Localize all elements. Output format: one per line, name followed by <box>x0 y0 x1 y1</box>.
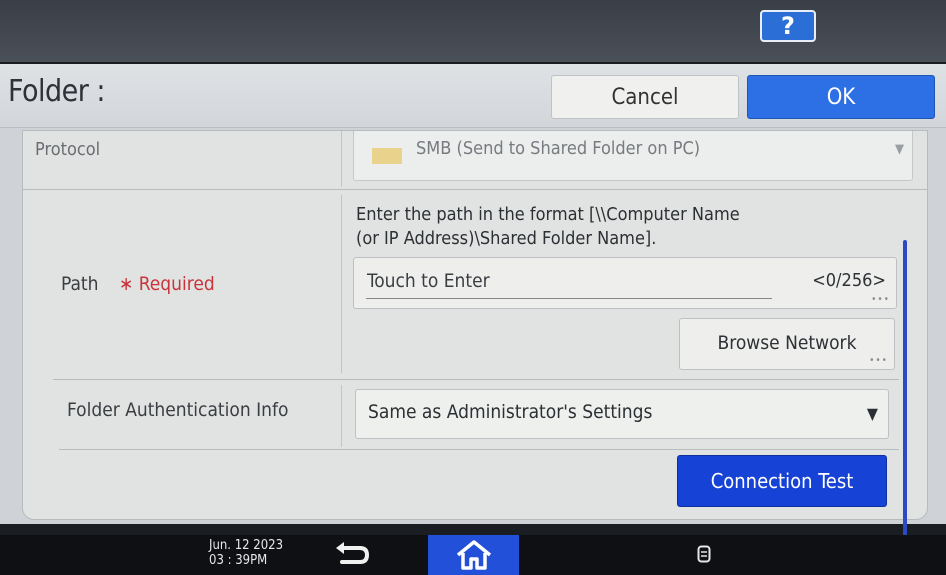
path-label: Path <box>61 273 99 295</box>
date-time-display: Jun. 12 2023 03 : 39PM <box>209 538 283 568</box>
time-text: 03 : 39PM <box>209 553 268 568</box>
chevron-down-icon: ▼ <box>866 404 878 423</box>
ok-button[interactable]: OK <box>747 75 935 119</box>
help-icon: ? <box>781 12 795 40</box>
dialog-title: Folder : <box>8 74 105 109</box>
browse-network-button[interactable]: Browse Network ••• <box>679 318 895 370</box>
settings-panel: Protocol SMB (Send to Shared Folder on P… <box>22 130 928 520</box>
help-button[interactable]: ? <box>760 10 816 42</box>
row-divider <box>53 379 899 380</box>
path-placeholder: Touch to Enter <box>367 270 490 292</box>
dialog-title-bar: Folder : Cancel OK <box>0 64 946 128</box>
cancel-button[interactable]: Cancel <box>551 75 739 119</box>
column-divider <box>341 385 342 447</box>
folder-auth-label: Folder Authentication Info <box>67 399 289 421</box>
scrollbar[interactable] <box>903 240 907 575</box>
chevron-down-icon: ▼ <box>895 142 904 157</box>
system-bottom-bar: Jun. 12 2023 03 : 39PM <box>0 535 946 575</box>
browse-network-label: Browse Network <box>717 332 857 354</box>
more-dots-icon: ••• <box>871 294 890 305</box>
required-indicator: ∗ Required <box>119 273 215 295</box>
protocol-select[interactable]: SMB (Send to Shared Folder on PC) ▼ <box>353 131 913 181</box>
home-button[interactable] <box>428 535 519 575</box>
memory-icon <box>697 545 711 563</box>
more-dots-icon: ••• <box>869 355 888 366</box>
path-input[interactable]: Touch to Enter <0/256> ••• <box>353 257 897 309</box>
path-hint-line-2: (or IP Address)\Shared Folder Name]. <box>356 228 657 249</box>
home-icon <box>456 540 491 570</box>
back-icon[interactable] <box>332 538 372 572</box>
character-counter: <0/256> <box>812 270 886 291</box>
date-text: Jun. 12 2023 <box>209 538 284 553</box>
column-divider <box>341 195 342 373</box>
folder-auth-select[interactable]: Same as Administrator's Settings ▼ <box>355 389 889 439</box>
column-divider <box>341 131 342 187</box>
protocol-label: Protocol <box>35 139 101 160</box>
folder-icon <box>372 148 402 164</box>
input-underline <box>366 298 772 299</box>
protocol-value: SMB (Send to Shared Folder on PC) <box>416 138 701 159</box>
path-format-hint: Enter the path in the format [\\Computer… <box>356 203 796 251</box>
folder-auth-value: Same as Administrator's Settings <box>368 401 653 423</box>
path-hint-line-1: Enter the path in the format [\\Computer… <box>356 204 740 225</box>
top-status-band: ? <box>0 0 946 62</box>
folder-dialog: Folder : Cancel OK Protocol SMB (Send to… <box>0 64 946 575</box>
row-divider <box>23 189 927 190</box>
row-divider <box>59 449 899 450</box>
connection-test-button[interactable]: Connection Test <box>677 455 887 507</box>
